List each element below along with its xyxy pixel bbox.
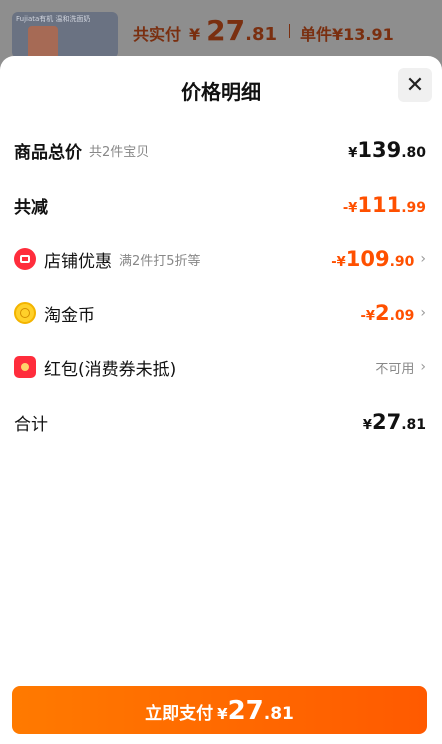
product-thumbnail: Fujiata有机 温和洗面奶 (12, 12, 118, 58)
currency-symbol: -¥ (331, 255, 346, 270)
shop-icon (14, 248, 36, 270)
coin-icon (14, 302, 36, 324)
red-packet-label: 红包(消费券未抵) (44, 359, 177, 380)
background-unit-label: 单件 (300, 25, 333, 44)
pay-button-label: 立即支付 (145, 704, 214, 724)
goods-total-label: 商品总价 (14, 142, 82, 163)
page: Fujiata有机 温和洗面奶 共实付 ¥ 27 .81 单件 ¥13.91 价… (0, 0, 442, 744)
background-total: 共实付 ¥ 27 .81 单件 ¥13.91 (133, 14, 394, 48)
price-decimal: .09 (389, 308, 415, 324)
currency-symbol: ¥ (348, 146, 358, 161)
product-image (28, 26, 58, 58)
sum-label: 合计 (14, 414, 48, 435)
close-icon: ✕ (405, 72, 425, 98)
row-red-packet[interactable]: 红包(消费券未抵) 不可用 › (14, 352, 426, 382)
price-integer: 2 (374, 301, 390, 325)
pay-currency-symbol: ¥ (217, 705, 228, 723)
currency-symbol: -¥ (342, 201, 358, 216)
pay-now-button[interactable]: 立即支付 ¥ 27 .81 (12, 686, 427, 734)
red-packet-icon (14, 356, 36, 378)
row-goods-total: 商品总价 共2件宝贝 ¥ 139 .80 (14, 135, 426, 165)
background-unit-price: ¥13.91 (332, 25, 394, 44)
background-product-bar: Fujiata有机 温和洗面奶 共实付 ¥ 27 .81 单件 ¥13.91 (0, 0, 442, 62)
shop-discount-label: 店铺优惠 (44, 251, 112, 272)
chevron-right-icon: › (420, 251, 426, 267)
pay-price-integer: 27 (227, 696, 264, 726)
background-total-currency: ¥ (189, 25, 201, 44)
price-integer: 139 (357, 138, 402, 162)
price-detail-sheet: 价格明细 ✕ 商品总价 共2件宝贝 ¥ 139 .80 共减 -¥ 111 .9… (0, 56, 442, 744)
shop-discount-detail: 满2件打5折等 (119, 253, 201, 269)
row-total-reduction: 共减 -¥ 111 .99 (14, 190, 426, 220)
price-integer: 111 (357, 193, 402, 217)
total-reduction-label: 共减 (14, 197, 48, 218)
sum-price: ¥ 27 .81 (363, 410, 426, 434)
close-button[interactable]: ✕ (398, 68, 432, 102)
price-integer: 109 (345, 247, 390, 271)
taojinbi-price: -¥ 2 .09 › (361, 301, 427, 325)
background-total-label: 共实付 (133, 25, 182, 44)
background-total-decimal: .81 (245, 24, 278, 45)
total-reduction-price: -¥ 111 .99 (343, 193, 426, 217)
shop-discount-price: -¥ 109 .90 › (331, 247, 426, 271)
thumbnail-caption: Fujiata有机 温和洗面奶 (16, 15, 91, 23)
price-decimal: .80 (401, 145, 426, 161)
chevron-right-icon: › (420, 305, 426, 321)
row-shop-discount[interactable]: 店铺优惠 满2件打5折等 -¥ 109 .90 › (14, 244, 426, 274)
taojinbi-label: 淘金币 (44, 305, 95, 326)
divider (289, 24, 291, 38)
sheet-title: 价格明细 (181, 80, 261, 104)
currency-symbol: -¥ (360, 309, 375, 324)
row-sum: 合计 ¥ 27 .81 (14, 407, 426, 437)
background-total-integer: 27 (206, 14, 246, 47)
price-decimal: .99 (401, 200, 426, 216)
red-packet-status: 不可用 › (375, 358, 426, 377)
goods-count: 共2件宝贝 (89, 144, 150, 160)
unavailable-text: 不可用 (375, 361, 415, 377)
row-taojinbi[interactable]: 淘金币 -¥ 2 .09 › (14, 298, 426, 328)
pay-price-decimal: .81 (263, 704, 294, 724)
price-decimal: .81 (401, 417, 426, 433)
goods-total-price: ¥ 139 .80 (348, 138, 426, 162)
price-integer: 27 (371, 410, 402, 434)
currency-symbol: ¥ (362, 418, 372, 433)
chevron-right-icon: › (420, 359, 426, 375)
price-decimal: .90 (389, 254, 415, 270)
